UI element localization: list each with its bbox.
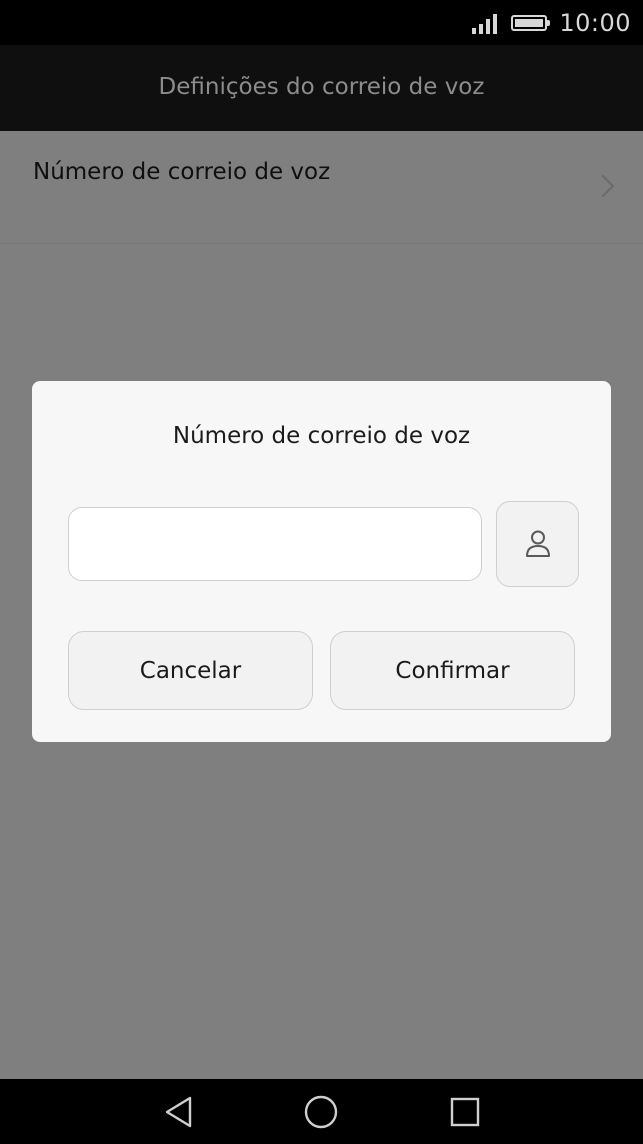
battery-icon [511,15,551,31]
cancel-button[interactable]: Cancelar [68,631,313,710]
settings-item-voicemail-number[interactable]: Número de correio de voz [0,131,643,244]
confirm-button-label: Confirmar [395,657,510,684]
home-icon[interactable] [304,1095,338,1129]
voicemail-number-dialog: Número de correio de voz Cancelar Confir… [32,381,611,742]
status-icons: 10:00 [472,8,631,38]
chevron-right-icon [591,174,615,198]
navigation-bar [0,1079,643,1144]
recents-icon[interactable] [449,1095,481,1129]
confirm-button[interactable]: Confirmar [330,631,575,710]
dialog-title: Número de correio de voz [172,423,471,449]
cancel-button-label: Cancelar [139,657,242,684]
back-icon[interactable] [163,1095,195,1129]
voicemail-number-input[interactable] [68,507,482,581]
status-time: 10:00 [559,9,631,37]
signal-icon [472,12,498,34]
settings-item-label: Número de correio de voz [33,159,331,185]
contact-picker-button[interactable] [496,501,579,587]
page-title: Definições do correio de voz [158,74,485,100]
header: Definições do correio de voz [0,45,643,131]
person-icon [525,530,550,557]
status-bar: 10:00 [0,0,643,45]
